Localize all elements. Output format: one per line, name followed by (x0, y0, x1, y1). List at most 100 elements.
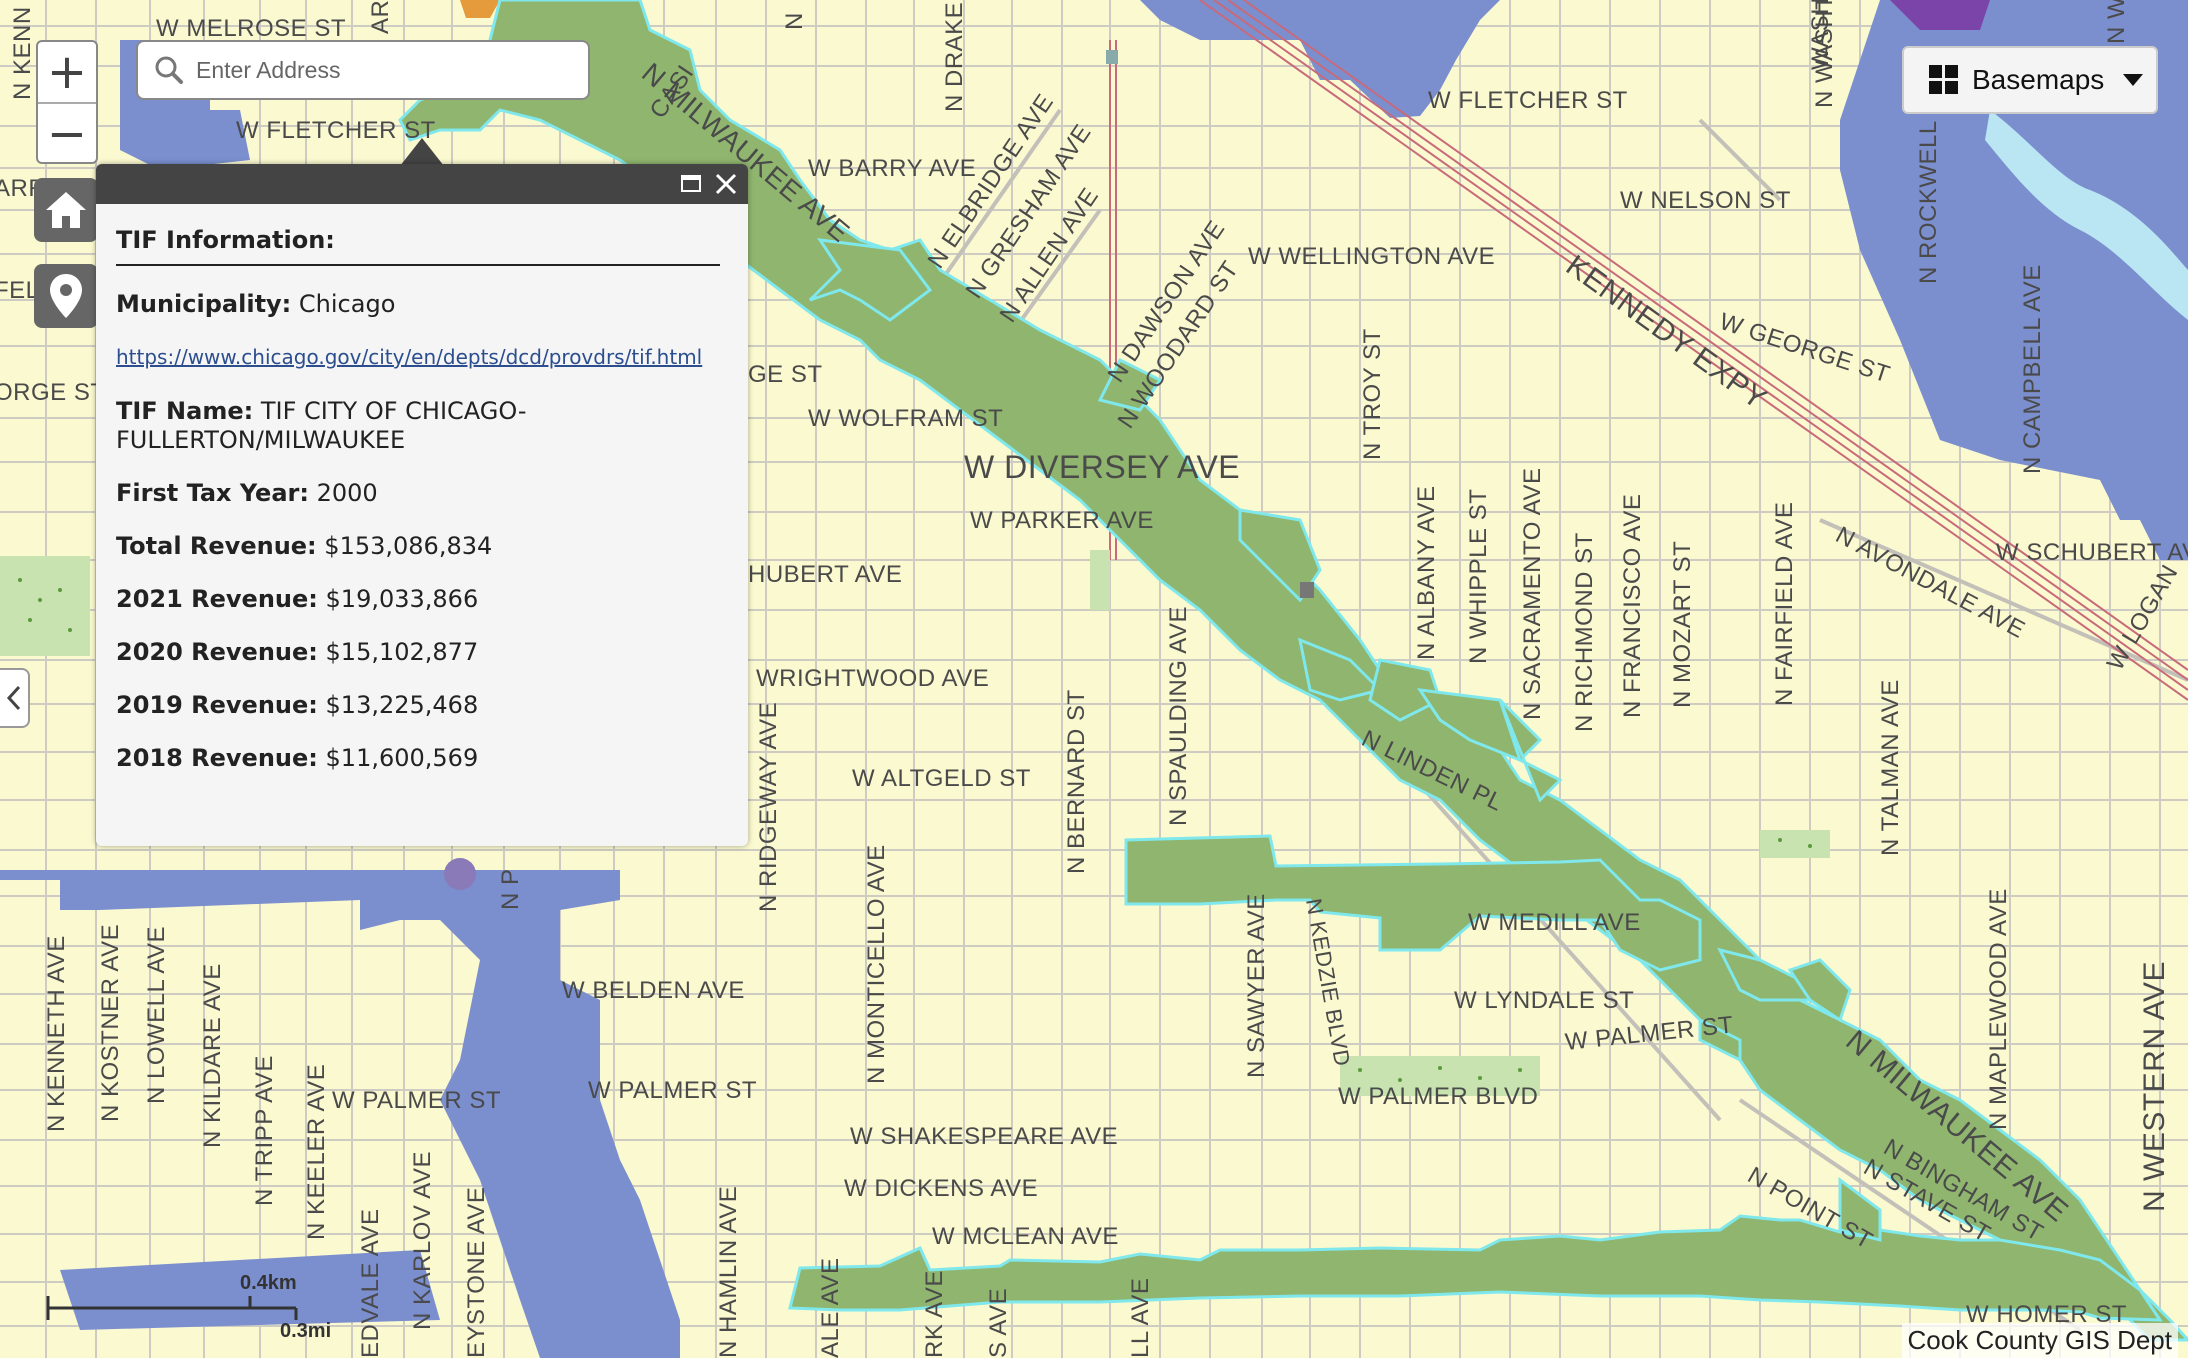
basemaps-label: Basemaps (1972, 64, 2105, 95)
popup-body: TIF Information: Municipality: Chicago h… (96, 204, 748, 773)
street-label: N DRAKE AVE (941, 0, 968, 112)
orange-area (460, 0, 500, 18)
popup-title: TIF Information: (116, 226, 720, 266)
street-label: HUBERT AVE (748, 561, 902, 588)
street-label: N MONTICELLO AVE (863, 844, 890, 1084)
street-label: N TRIPP AVE (251, 1055, 278, 1206)
scale-km-label: 0.4km (240, 1272, 297, 1294)
street-label: LL AVE (1127, 1278, 1154, 1358)
street-label: N MOZART ST (1669, 541, 1696, 708)
street-label: N ROCKWELL (1915, 120, 1942, 284)
maximize-icon[interactable] (680, 172, 702, 199)
street-label: W DICKENS AVE (844, 1175, 1038, 1202)
municipality-field: Municipality: Chicago (116, 290, 728, 319)
attribution: Cook County GIS Dept (1901, 1323, 2178, 1358)
field-label: 2021 Revenue: (116, 585, 318, 613)
field-value: $19,033,866 (325, 585, 479, 613)
zoom-controls: + − (36, 40, 98, 164)
rail-station-icon (1106, 50, 1118, 64)
street-label: N KILDARE AVE (199, 963, 226, 1148)
street-label: W PARKER AVE (970, 507, 1154, 534)
total-revenue-field: Total Revenue: $153,086,834 (116, 532, 728, 561)
street-label: N KOSTNER AVE (97, 924, 124, 1122)
field-label: 2019 Revenue: (116, 691, 318, 719)
address-search-input[interactable] (194, 55, 568, 85)
street-label: N KENNETH AVE (43, 935, 70, 1132)
street-label: W DIVERSEY AVE (964, 449, 1240, 485)
popup-header (96, 164, 748, 204)
basemaps-button[interactable]: Basemaps (1902, 46, 2158, 114)
street-label: N TALMAN AVE (1877, 679, 1904, 856)
street-label: W WOLFRAM ST (808, 405, 1003, 432)
field-label: Total Revenue: (116, 532, 317, 560)
zoom-out-button[interactable]: − (38, 104, 96, 164)
street-label: EDVALE AVE (357, 1208, 384, 1358)
revenue-2019-field: 2019 Revenue: $13,225,468 (116, 691, 728, 720)
street-label: N FAIRFIELD AVE (1771, 502, 1798, 706)
street-label: W LYNDALE ST (1454, 987, 1634, 1014)
scale-bar: 0.4km 0.3mi (44, 1272, 331, 1342)
street-label: N SACRAMENTO AVE (1519, 468, 1546, 721)
address-search-box (136, 40, 590, 100)
street-label: N SAWYER AVE (1243, 893, 1270, 1078)
street-label: ALE AVE (817, 1258, 844, 1358)
popup-pointer (400, 138, 444, 166)
street-label: N CAMPBELL AVE (2019, 264, 2046, 474)
street-label: W BARRY AVE (808, 155, 976, 182)
field-label: Municipality: (116, 290, 292, 318)
grid-icon (1929, 65, 1958, 94)
field-value: $11,600,569 (325, 744, 479, 772)
street-label: W PALMER ST (332, 1087, 501, 1114)
street-label: N KEELER AVE (303, 1064, 330, 1240)
street-label: WRIGHTWOOD AVE (756, 665, 989, 692)
tif-info-popup: TIF Information: Municipality: Chicago h… (96, 164, 748, 846)
street-label: GE ST (748, 361, 823, 388)
street-label: N BERNARD ST (1063, 689, 1090, 874)
street-label: WASH (1807, 0, 1834, 70)
street-label: N MAPLEWOOD AVE (1985, 888, 2012, 1130)
street-label: EYSTONE AVE (463, 1187, 490, 1358)
street-label: W ALTGELD ST (852, 765, 1031, 792)
street-label: W PALMER ST (588, 1077, 757, 1104)
field-value: $153,086,834 (324, 532, 493, 560)
rail-station-icon-3 (444, 858, 476, 890)
collapse-panel-tab[interactable] (0, 668, 30, 728)
caret-down-icon (2123, 74, 2144, 86)
street-label: W NELSON ST (1620, 187, 1791, 214)
revenue-2020-field: 2020 Revenue: $15,102,877 (116, 638, 728, 667)
field-value: $13,225,468 (325, 691, 479, 719)
home-icon (46, 192, 86, 228)
field-label: TIF Name: (116, 397, 254, 425)
street-label: N LOWELL AVE (143, 926, 170, 1104)
tif-name-field: TIF Name: TIF CITY OF CHICAGO-FULLERTON/… (116, 397, 728, 455)
field-label: 2020 Revenue: (116, 638, 318, 666)
street-label: W FLETCHER ST (1428, 87, 1628, 114)
street-label: N ALBANY AVE (1413, 485, 1440, 660)
rail-station-icon-2 (1300, 582, 1314, 598)
street-label: W MELROSE ST (156, 15, 346, 42)
scale-mi-label: 0.3mi (280, 1320, 332, 1342)
street-label: N FRANCISCO AVE (1619, 494, 1646, 718)
street-label: N WHIPPLE ST (1465, 489, 1492, 664)
street-label: W SHAKESPEARE AVE (850, 1123, 1118, 1150)
street-label: N (781, 12, 808, 30)
home-button[interactable] (34, 178, 98, 242)
street-label: N TROY ST (1359, 328, 1386, 460)
revenue-2018-field: 2018 Revenue: $11,600,569 (116, 744, 728, 773)
field-label: First Tax Year: (116, 479, 309, 507)
street-label: W WELLINGTON AVE (1248, 243, 1495, 270)
street-label: W PALMER BLVD (1338, 1083, 1538, 1110)
zoom-in-button[interactable]: + (38, 42, 96, 104)
street-label: N KENN (9, 6, 36, 100)
street-label: W BELDEN AVE (562, 977, 745, 1004)
street-label: RK AVE (921, 1270, 948, 1358)
street-label: N HAMLIN AVE (715, 1186, 742, 1358)
street-label: N WES (2103, 0, 2130, 44)
close-icon[interactable] (714, 172, 738, 201)
street-label: W MEDILL AVE (1468, 909, 1641, 936)
locate-button[interactable] (34, 264, 98, 328)
field-label: 2018 Revenue: (116, 744, 318, 772)
street-label: N RICHMOND ST (1571, 532, 1598, 732)
field-value: Chicago (298, 290, 396, 318)
tif-program-link[interactable]: https://www.chicago.gov/city/en/depts/dc… (116, 345, 728, 369)
